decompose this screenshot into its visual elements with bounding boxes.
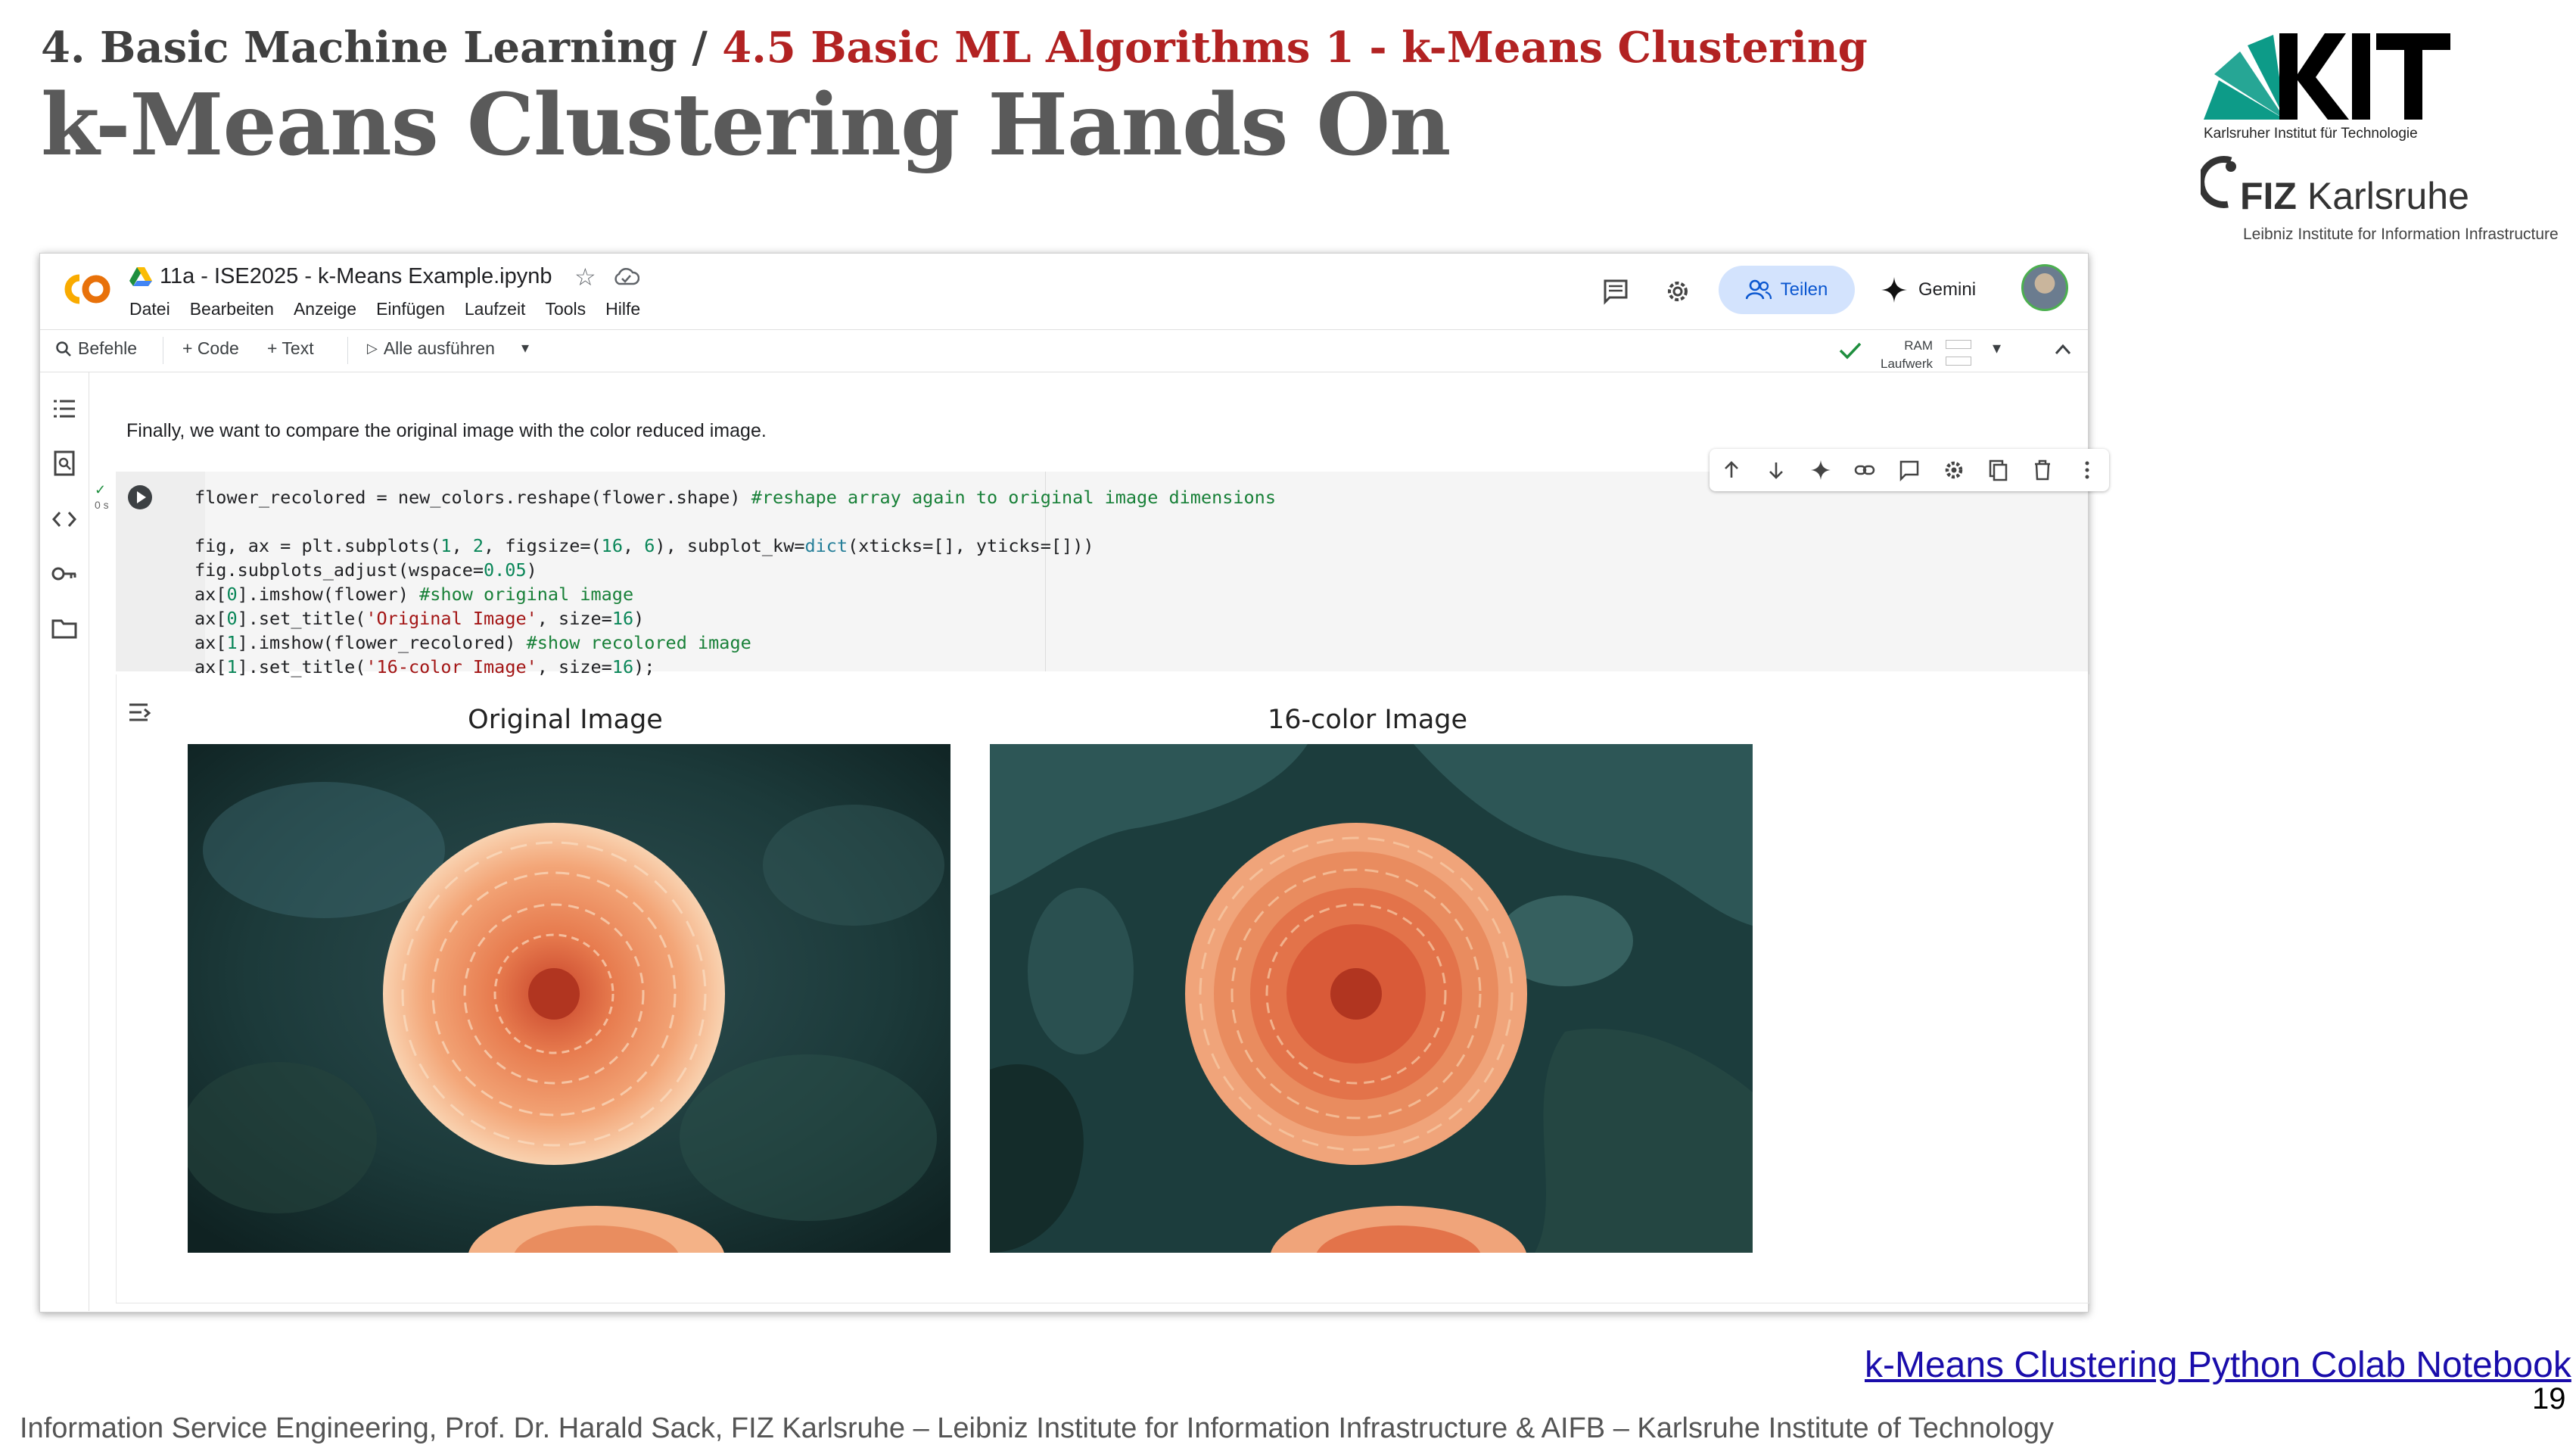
collapse-chevron-up-icon[interactable]	[2053, 341, 2073, 358]
search-icon	[56, 341, 71, 357]
notebook-name[interactable]: 11a - ISE2025 - k-Means Example.ipynb	[160, 264, 552, 289]
star-icon[interactable]: ☆	[574, 263, 596, 291]
colab-notebook-link[interactable]: k-Means Clustering Python Colab Notebook	[1865, 1344, 2571, 1386]
code-snippets-icon[interactable]	[51, 506, 78, 533]
move-up-arrow-icon[interactable]	[1720, 459, 1743, 481]
colab-topbar: 11a - ISE2025 - k-Means Example.ipynb ☆ …	[40, 254, 2088, 330]
delete-trash-icon[interactable]	[2031, 459, 2054, 481]
fiz-word-bold: FIZ	[2240, 175, 2297, 217]
breadcrumb: 4. Basic Machine Learning / 4.5 Basic ML…	[41, 23, 1868, 73]
menu-bearbeiten[interactable]: Bearbeiten	[190, 299, 274, 319]
comment-icon[interactable]	[1898, 459, 1921, 481]
menu-datei[interactable]: Datei	[129, 299, 170, 319]
user-avatar[interactable]	[2021, 264, 2068, 311]
disk-bar	[1946, 357, 1971, 366]
share-label: Teilen	[1780, 279, 1828, 300]
commands-button[interactable]: Befehle	[55, 338, 137, 359]
more-options-icon[interactable]	[2076, 459, 2098, 481]
runtime-dropdown-chevron-icon[interactable]: ▾	[1993, 338, 2001, 358]
original-image-title: Original Image	[468, 705, 663, 735]
menu-tools[interactable]: Tools	[545, 299, 586, 319]
fiz-word: Karlsruhe	[2307, 175, 2469, 217]
run-all-label: Alle ausführen	[383, 338, 495, 358]
link-icon[interactable]	[1853, 459, 1876, 481]
fiz-wordmark: FIZ Karlsruhe	[2240, 174, 2469, 218]
menu-anzeige[interactable]: Anzeige	[294, 299, 356, 319]
connected-check-icon	[1839, 342, 1862, 360]
text-cell[interactable]: Finally, we want to compare the original…	[126, 420, 767, 442]
page-title: k-Means Clustering Hands On	[41, 76, 1451, 175]
menu-hilfe[interactable]: Hilfe	[605, 299, 640, 319]
kit-caption: Karlsruher Institut für Technologie	[2204, 126, 2418, 142]
add-text-button[interactable]: + Text	[267, 338, 314, 359]
recolored-flower-image	[990, 744, 1753, 1253]
add-code-button[interactable]: + Code	[182, 338, 239, 359]
footer-text: Information Service Engineering, Prof. D…	[20, 1412, 2055, 1444]
files-folder-icon[interactable]	[51, 615, 78, 642]
secrets-key-icon[interactable]	[51, 560, 78, 587]
run-all-dropdown-chevron-icon[interactable]: ▾	[521, 338, 529, 357]
menu-laufzeit[interactable]: Laufzeit	[465, 299, 526, 319]
run-cell-button[interactable]	[126, 484, 154, 511]
comment-icon[interactable]	[1601, 276, 1631, 307]
ram-label: RAM	[1904, 338, 1933, 353]
toolbar-divider	[347, 337, 348, 364]
side-rail	[40, 372, 89, 1311]
colab-window: 11a - ISE2025 - k-Means Example.ipynb ☆ …	[39, 253, 2109, 1313]
share-button[interactable]: Teilen	[1719, 266, 1855, 314]
settings-gear-icon[interactable]	[1663, 276, 1693, 307]
drive-icon	[129, 267, 152, 286]
gemini-label: Gemini	[1918, 279, 1977, 300]
resource-monitor[interactable]: RAM Laufwerk	[1881, 337, 1933, 373]
menu-bar: Datei Bearbeiten Anzeige Einfügen Laufze…	[129, 299, 640, 319]
settings-gear-icon[interactable]	[1943, 459, 1965, 481]
colab-logo-icon[interactable]	[57, 270, 117, 308]
gemini-sparkle-icon	[1881, 277, 1907, 303]
breadcrumb-topic: 4.5 Basic ML Algorithms 1 - k-Means Clus…	[722, 23, 1868, 73]
gemini-button[interactable]: Gemini	[1881, 266, 2032, 314]
commands-label: Befehle	[78, 338, 138, 358]
find-replace-icon[interactable]	[51, 450, 78, 477]
menu-einfuegen[interactable]: Einfügen	[376, 299, 445, 319]
exec-check-icon: ✓	[95, 482, 107, 497]
play-icon: ▷	[367, 341, 378, 356]
disk-label: Laufwerk	[1881, 357, 1933, 371]
move-down-arrow-icon[interactable]	[1765, 459, 1787, 481]
output-toggle-icon[interactable]	[125, 697, 155, 727]
cloud-icon[interactable]	[612, 266, 639, 287]
original-flower-image	[188, 744, 950, 1253]
recolored-image-title: 16-color Image	[1267, 705, 1468, 735]
people-icon	[1745, 279, 1772, 300]
ram-bar	[1946, 340, 1971, 349]
cell-toolbar	[1710, 449, 2109, 491]
run-all-button[interactable]: ▷ Alle ausführen	[367, 338, 495, 359]
exec-time: 0 s	[95, 499, 109, 511]
mirror-cell-icon[interactable]	[1986, 459, 2009, 481]
code-editor[interactable]: flower_recolored = new_colors.reshape(fl…	[194, 485, 1276, 679]
page-number: 19	[2532, 1382, 2566, 1415]
fiz-caption: Leibniz Institute for Information Infras…	[2243, 226, 2559, 243]
table-of-contents-icon[interactable]	[51, 395, 78, 422]
notebook-toolbar: Befehle + Code + Text ▷ Alle ausführen ▾…	[40, 329, 2088, 372]
gemini-sparkle-icon[interactable]	[1809, 459, 1832, 481]
breadcrumb-section: 4. Basic Machine Learning /	[41, 23, 723, 73]
